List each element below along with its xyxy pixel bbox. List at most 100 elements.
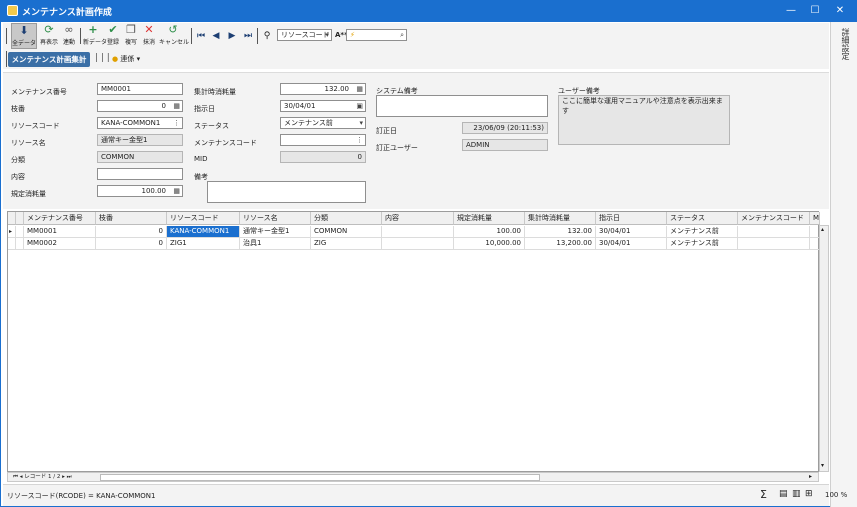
prev-record-icon[interactable]: ◂ <box>20 474 23 480</box>
updated-field: 23/06/09 (20:11:53) <box>462 122 548 134</box>
zoom-level[interactable]: 100 % <box>825 491 847 499</box>
table-cell[interactable] <box>382 226 454 238</box>
register-button[interactable]: ✔ 登録 <box>105 23 121 49</box>
table-cell[interactable] <box>738 238 810 250</box>
search-input[interactable]: ⚡ ⌕ <box>346 29 407 41</box>
mid-field: 0 <box>280 151 366 163</box>
table-cell[interactable]: 132.00 <box>525 226 596 238</box>
first-record-icon[interactable]: ⏮ <box>194 23 208 49</box>
table-cell[interactable]: メンテナンス前 <box>667 238 738 250</box>
table-cell[interactable]: ZIG <box>311 238 382 250</box>
table-cell-selected[interactable]: KANA-COMMON1 <box>167 226 240 238</box>
content-label: 内容 <box>11 173 25 181</box>
remarks-field[interactable] <box>207 181 366 203</box>
last-record-icon[interactable]: ⏭ <box>67 474 72 480</box>
prev-record-icon[interactable]: ◀ <box>210 23 222 49</box>
redisplay-button[interactable]: ⟳ 再表示 <box>39 23 59 49</box>
mcode-field[interactable]: ⋮ <box>280 134 366 146</box>
column-header[interactable]: リソースコード <box>167 212 240 225</box>
column-header[interactable]: ステータス <box>667 212 738 225</box>
date-field[interactable]: 30/04/01 ▣ <box>280 100 366 112</box>
table-cell[interactable]: COMMON <box>311 226 382 238</box>
table-cell[interactable]: MM0002 <box>24 238 96 250</box>
column-header[interactable]: メンテナンスコード <box>738 212 810 225</box>
next-record-icon[interactable]: ▶ <box>226 23 238 49</box>
next-record-icon[interactable]: ▸ <box>62 474 65 480</box>
link-button[interactable]: ∞ 連動 <box>61 23 77 49</box>
table-cell[interactable]: 30/04/01 <box>596 238 667 250</box>
options-dropdown[interactable]: ● 連係 ▾ <box>112 54 140 64</box>
first-record-icon[interactable]: ⏮ <box>13 474 18 480</box>
table-cell[interactable]: MM0001 <box>24 226 96 238</box>
table-cell[interactable]: 10,000.00 <box>454 238 525 250</box>
table-cell[interactable]: 13,200.00 <box>525 238 596 250</box>
last-record-icon[interactable]: ⏭ <box>241 23 255 49</box>
binoculars-icon[interactable]: ⚲ <box>260 23 274 49</box>
copy-icon: ❐ <box>126 23 136 36</box>
refresh-icon: ⟳ <box>44 23 54 36</box>
calculator-icon[interactable]: ▦ <box>173 101 180 111</box>
maint-no-field[interactable]: MM0001 <box>97 83 183 95</box>
table-cell[interactable]: 0 <box>96 238 167 250</box>
row-indicator-cell <box>8 238 16 250</box>
column-header[interactable]: メンテナンス番号 <box>24 212 96 225</box>
calculator-icon[interactable]: ▦ <box>173 186 180 196</box>
column-header[interactable]: 集計時消耗量 <box>525 212 596 225</box>
maintenance-summary-tab[interactable]: メンテナンス計画集計 <box>8 52 90 67</box>
content-field[interactable] <box>97 168 183 180</box>
mcode-label: メンテナンスコード <box>194 139 257 147</box>
sum-icon[interactable]: Σ <box>760 488 767 501</box>
column-header[interactable]: リソース名 <box>240 212 311 225</box>
std-field[interactable]: 100.00 ▦ <box>97 185 183 197</box>
vertical-scrollbar[interactable]: ▴ ▾ <box>819 225 829 472</box>
row-select-cell[interactable] <box>16 226 24 238</box>
table-cell[interactable] <box>382 238 454 250</box>
search-field-select[interactable]: リソースコード ▾ <box>277 29 332 41</box>
column-header[interactable]: 指示日 <box>596 212 667 225</box>
calculator-icon[interactable]: ▦ <box>356 84 363 94</box>
cancel-button[interactable]: ↺ キャンセル <box>159 23 189 49</box>
table-cell[interactable]: 30/04/01 <box>596 226 667 238</box>
new-data-button[interactable]: + 新データ <box>83 23 107 49</box>
copy-button[interactable]: ❐ 複写 <box>123 23 139 49</box>
minimize-button[interactable]: — <box>779 3 803 19</box>
record-navigator[interactable]: ⏮ ◂ レコード 1 / 2 ▸ ⏭ <box>13 473 72 482</box>
lightning-icon: ⚡ <box>350 31 355 39</box>
table-cell[interactable]: メンテナンス前 <box>667 226 738 238</box>
rname-field: 通常キー金型1 <box>97 134 183 146</box>
plan-field[interactable]: 132.00 ▦ <box>280 83 366 95</box>
column-header[interactable]: 枝番 <box>96 212 167 225</box>
view-grid-icon[interactable]: ⊞ <box>805 489 813 499</box>
table-cell[interactable]: 0 <box>96 226 167 238</box>
branch-field[interactable]: 0 ▦ <box>97 100 183 112</box>
scroll-right-icon[interactable]: ▸ <box>809 473 812 480</box>
column-header[interactable]: 内容 <box>382 212 454 225</box>
view-form-icon[interactable]: ▤ <box>779 489 788 499</box>
row-select-cell[interactable] <box>16 238 24 250</box>
table-cell[interactable]: 100.00 <box>454 226 525 238</box>
table-cell[interactable] <box>738 226 810 238</box>
column-header[interactable]: M <box>810 212 820 225</box>
status-bar: リソースコード(RCODE) = KANA-COMMON1 Σ ▤ ▥ ⊞ 10… <box>3 484 847 506</box>
all-data-button[interactable]: ⬇ 全データ <box>11 23 37 49</box>
calendar-icon[interactable]: ▣ <box>356 101 363 111</box>
more-icon[interactable]: ⋮ <box>173 118 180 128</box>
maximize-button[interactable]: ☐ <box>803 3 827 19</box>
scroll-up-icon[interactable]: ▴ <box>821 226 824 233</box>
toolbar-separators: | | | <box>95 53 110 63</box>
sysrem-field[interactable] <box>376 95 548 117</box>
table-cell[interactable]: ZIG1 <box>167 238 240 250</box>
column-header[interactable]: 分類 <box>311 212 382 225</box>
delete-button[interactable]: ✕ 抹消 <box>141 23 157 49</box>
rcode-field[interactable]: KANA-COMMON1 ⋮ <box>97 117 183 129</box>
scroll-down-icon[interactable]: ▾ <box>821 462 824 469</box>
horizontal-scroll-thumb[interactable] <box>100 474 540 481</box>
close-button[interactable]: ✕ <box>828 3 852 19</box>
more-icon[interactable]: ⋮ <box>356 135 363 145</box>
status-select[interactable]: メンテナンス前 ▾ <box>280 117 366 129</box>
detail-settings-panel[interactable]: 詳細設定 <box>830 22 857 507</box>
table-cell[interactable]: 治具1 <box>240 238 311 250</box>
column-header[interactable]: 規定消耗量 <box>454 212 525 225</box>
view-list-icon[interactable]: ▥ <box>792 489 801 499</box>
table-cell[interactable]: 通常キー金型1 <box>240 226 311 238</box>
